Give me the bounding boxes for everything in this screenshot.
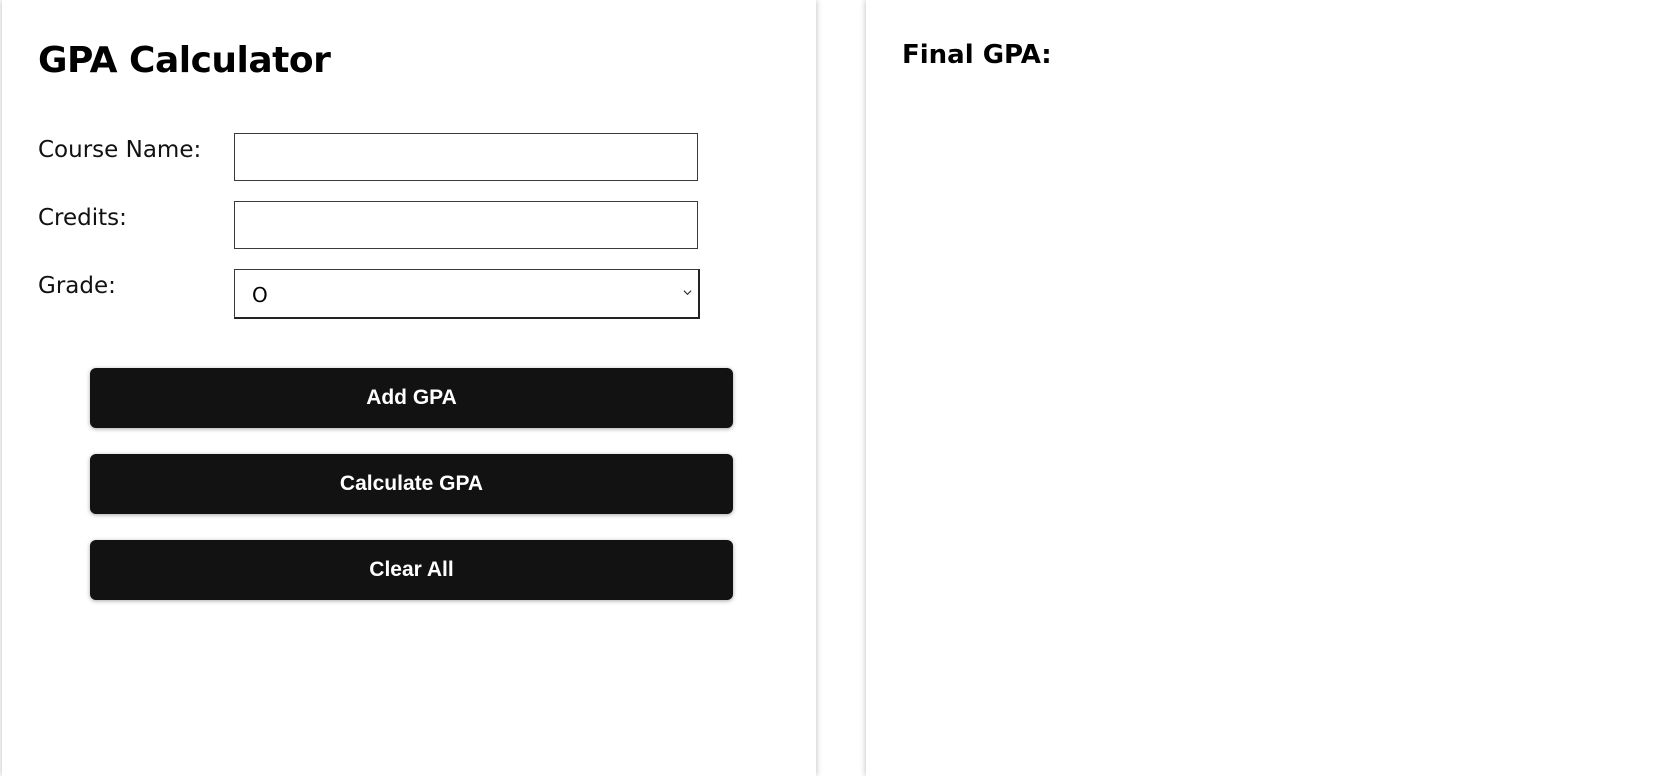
credits-input[interactable] bbox=[234, 201, 698, 249]
course-name-row: Course Name: bbox=[38, 133, 738, 181]
result-panel: Final GPA: bbox=[866, 0, 1678, 776]
page: GPA Calculator Course Name: Credits: Gra… bbox=[0, 0, 1678, 776]
course-name-input[interactable] bbox=[234, 133, 698, 181]
chevron-down-icon bbox=[683, 290, 692, 296]
grade-row: Grade: O bbox=[38, 269, 738, 319]
credits-label: Credits: bbox=[38, 205, 127, 231]
clear-all-button[interactable]: Clear All bbox=[90, 540, 733, 600]
calculator-panel: GPA Calculator Course Name: Credits: Gra… bbox=[2, 0, 816, 776]
add-gpa-button[interactable]: Add GPA bbox=[90, 368, 733, 428]
calculate-gpa-button[interactable]: Calculate GPA bbox=[90, 454, 733, 514]
page-title: GPA Calculator bbox=[38, 40, 331, 81]
credits-row: Credits: bbox=[38, 201, 738, 249]
course-name-label: Course Name: bbox=[38, 137, 202, 163]
grade-label: Grade: bbox=[38, 273, 116, 299]
grade-selected-value: O bbox=[252, 283, 268, 307]
final-gpa-label: Final GPA: bbox=[902, 40, 1052, 70]
grade-select[interactable]: O bbox=[234, 269, 700, 319]
